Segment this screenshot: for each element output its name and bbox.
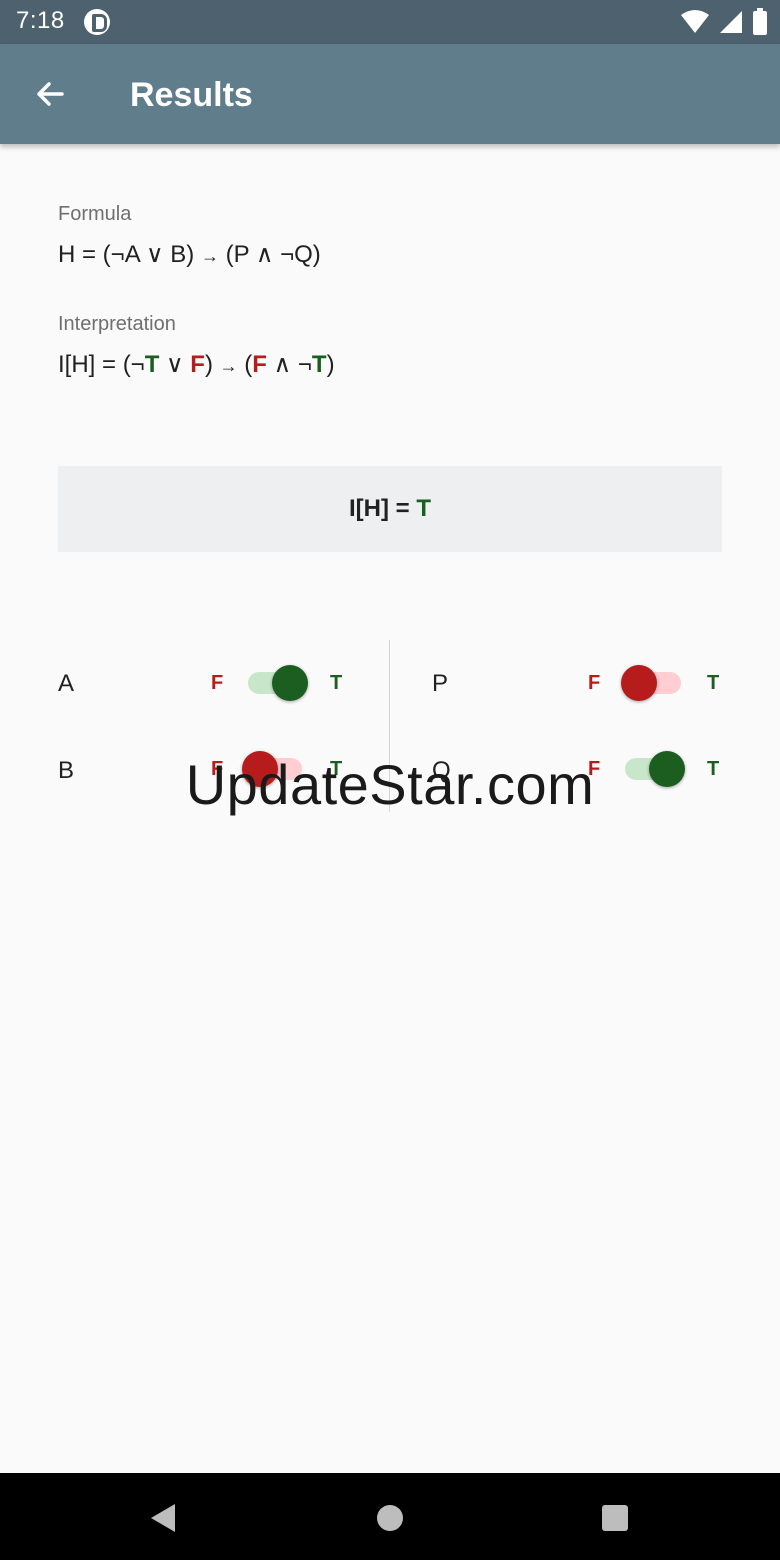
interpretation-value: I[H] = (¬T ∨ F) → (F ∧ ¬T) <box>58 350 335 379</box>
app-notification-icon <box>84 9 110 35</box>
watermark: UpdateStar.com <box>185 753 595 816</box>
interp-text: ) <box>204 351 220 378</box>
toggle-thumb <box>272 665 308 701</box>
result-value: T <box>416 495 431 522</box>
nav-home-icon <box>377 1505 403 1531</box>
toggle-p[interactable] <box>617 663 687 703</box>
formula-value: H = (¬A ∨ B) → (P ∧ ¬Q) <box>58 240 321 269</box>
page-title: Results <box>130 76 253 114</box>
cell-signal-icon <box>720 11 742 33</box>
interp-text: ) <box>326 351 335 378</box>
interpretation-label: Interpretation <box>58 313 176 335</box>
nav-recents-icon <box>602 1505 628 1531</box>
toggle-a[interactable] <box>242 663 312 703</box>
arrow-back-icon <box>37 82 64 106</box>
status-time: 7:18 <box>16 7 65 34</box>
app-bar: Results <box>0 44 780 144</box>
back-button[interactable] <box>22 66 78 122</box>
battery-icon <box>753 8 767 35</box>
implies-arrow: → <box>219 356 238 376</box>
status-bar: 7:18 <box>0 0 780 44</box>
variable-name-p: P <box>432 670 449 697</box>
nav-home-button[interactable] <box>365 1493 415 1543</box>
true-label: T <box>330 672 343 694</box>
interp-value-true: T <box>311 351 327 378</box>
variable-name-a: A <box>58 670 75 697</box>
toggle-thumb <box>621 665 657 701</box>
interp-value-true: T <box>144 351 160 378</box>
status-icons <box>680 8 768 36</box>
interp-text: I[H] = (¬ <box>58 351 145 378</box>
navigation-bar <box>0 1473 780 1560</box>
interp-text: ∧ ¬ <box>266 351 312 378</box>
false-label: F <box>588 672 601 694</box>
nav-back-button[interactable] <box>138 1493 188 1543</box>
interp-value-false: F <box>252 351 267 378</box>
interp-value-false: F <box>190 351 205 378</box>
wifi-icon <box>681 10 709 33</box>
formula-suffix: (P ∧ ¬Q) <box>225 241 321 268</box>
nav-recents-button[interactable] <box>590 1493 640 1543</box>
true-label: T <box>707 672 720 694</box>
result-prefix: I[H] = <box>348 495 417 522</box>
formula-label: Formula <box>58 203 132 225</box>
false-label: F <box>211 672 224 694</box>
interp-text: ∨ <box>159 351 191 378</box>
result-box: I[H] = T <box>58 466 722 552</box>
formula-prefix: H = (¬A ∨ B) <box>58 241 195 268</box>
implies-arrow: → <box>200 246 219 266</box>
nav-back-icon <box>151 1504 175 1532</box>
interp-text: ( <box>237 351 253 378</box>
